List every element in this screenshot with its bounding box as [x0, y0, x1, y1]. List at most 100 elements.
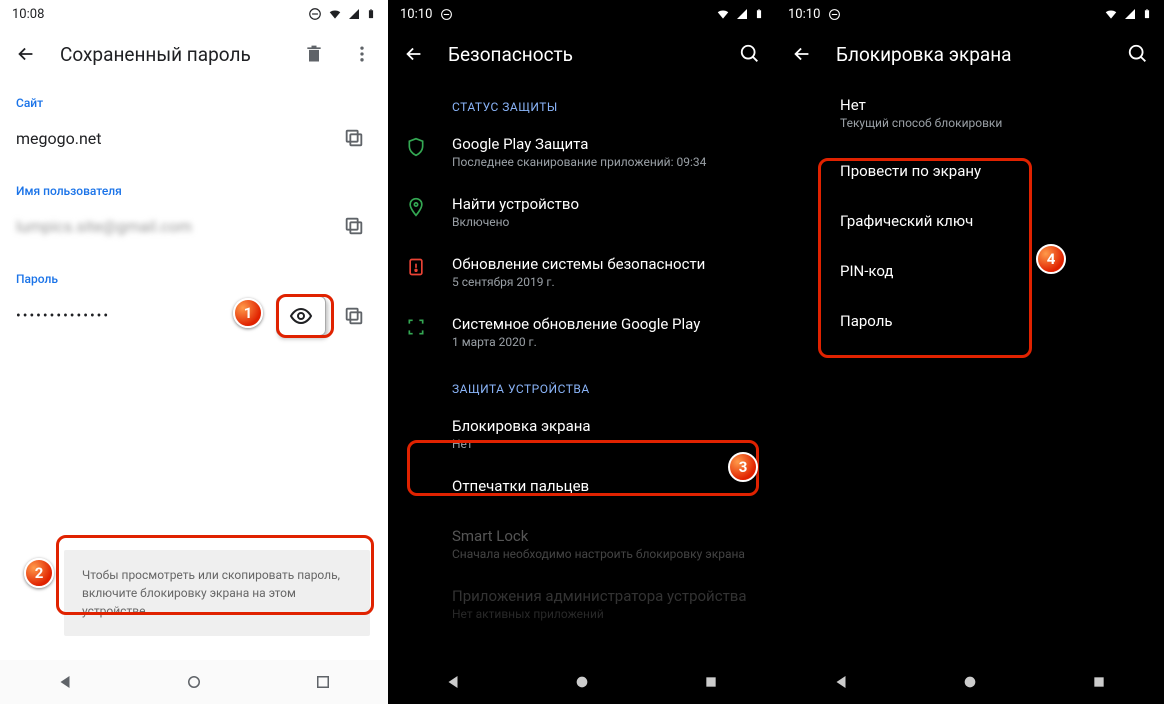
battery-icon: [366, 7, 376, 21]
status-bar: 10:10: [776, 0, 1164, 28]
nav-recent[interactable]: [687, 668, 735, 696]
more-button[interactable]: [348, 40, 376, 68]
username-row: lumpics.site@gmail.com: [0, 202, 388, 256]
badge-2: 2: [24, 558, 54, 588]
section-header-device: ЗАЩИТА УСТРОЙСТВА: [388, 362, 776, 404]
nav-home[interactable]: [946, 668, 994, 696]
lock-current[interactable]: Нет Текущий способ блокировки: [816, 80, 1164, 146]
item-security-update[interactable]: Обновление системы безопасности 5 сентябр…: [388, 242, 776, 302]
item-smart-lock: Smart Lock Сначала необходимо настроить б…: [388, 514, 776, 574]
item-fingerprints[interactable]: Отпечатки пальцев: [388, 464, 776, 514]
status-icons: [308, 7, 376, 21]
item-title: Блокировка экрана: [452, 417, 760, 435]
nav-bar: [776, 660, 1164, 704]
lock-option-swipe[interactable]: Провести по экрану: [776, 146, 1164, 196]
signal-icon: [736, 7, 748, 21]
search-button[interactable]: [736, 40, 764, 68]
toast-message: Чтобы просмотреть или скопировать пароль…: [64, 550, 370, 636]
status-time: 10:08: [12, 7, 44, 22]
page-title: Безопасность: [448, 43, 716, 66]
item-title: Системное обновление Google Play: [452, 315, 760, 333]
copy-username-button[interactable]: [336, 208, 372, 244]
status-time: 10:10: [400, 7, 432, 22]
section-header-status: СТАТУС ЗАЩИТЫ: [388, 80, 776, 122]
password-label: Пароль: [0, 256, 388, 290]
nav-bar: [388, 660, 776, 704]
wifi-icon: [328, 7, 342, 21]
phone-security: 10:10 Безопасность СТАТУС ЗАЩИТЫ Google …: [388, 0, 776, 704]
dnd-icon: [828, 8, 841, 21]
item-title: Отпечатки пальцев: [452, 477, 760, 495]
signal-icon: [1124, 7, 1136, 21]
battery-icon: [1142, 7, 1152, 21]
nav-home[interactable]: [170, 668, 218, 696]
item-sub: Нет: [452, 437, 760, 451]
item-sub: 1 марта 2020 г.: [452, 335, 760, 349]
item-title: Приложения администратора устройства: [452, 587, 760, 605]
status-bar: 10:10: [388, 0, 776, 28]
app-bar: Безопасность: [388, 28, 776, 80]
app-bar: Сохраненный пароль: [0, 28, 388, 80]
lock-option-pin[interactable]: PIN-код: [776, 246, 1164, 296]
lock-current-title: Нет: [840, 96, 1140, 114]
item-sub: Сначала необходимо настроить блокировку …: [452, 547, 760, 561]
battery-icon: [754, 7, 764, 21]
site-row: megogo.net: [0, 114, 388, 168]
shield-icon: [404, 135, 428, 159]
eye-icon: [289, 304, 313, 328]
site-label: Сайт: [0, 80, 388, 114]
item-sub: Нет активных приложений: [452, 607, 760, 621]
app-bar: Блокировка экрана: [776, 28, 1164, 80]
phone-screen-lock: 10:10 Блокировка экрана Нет Текущий спос…: [776, 0, 1164, 704]
item-play-system-update[interactable]: Системное обновление Google Play 1 марта …: [388, 302, 776, 362]
status-bar: 10:08: [0, 0, 388, 28]
dnd-icon: [308, 7, 322, 21]
status-icons: [1104, 7, 1152, 21]
content: Сайт megogo.net Имя пользователя lumpics…: [0, 80, 388, 348]
item-screen-lock[interactable]: Блокировка экрана Нет: [388, 404, 776, 464]
item-find-device[interactable]: Найти устройство Включено: [388, 182, 776, 242]
nav-back[interactable]: [41, 668, 89, 696]
reveal-password-button[interactable]: [276, 296, 326, 336]
item-sub: Последнее сканирование приложений: 09:34: [452, 155, 760, 169]
nav-bar: [0, 660, 388, 704]
search-button[interactable]: [1124, 40, 1152, 68]
item-title: Найти устройство: [452, 195, 760, 213]
copy-site-button[interactable]: [336, 120, 372, 156]
wifi-icon: [716, 7, 730, 21]
back-button[interactable]: [400, 40, 428, 68]
wifi-icon: [1104, 7, 1118, 21]
item-sub: Включено: [452, 215, 760, 229]
lock-option-password[interactable]: Пароль: [776, 296, 1164, 346]
alert-icon: [404, 255, 428, 279]
item-device-admin[interactable]: Приложения администратора устройства Нет …: [388, 574, 776, 634]
nav-back[interactable]: [817, 668, 865, 696]
copy-password-button[interactable]: [336, 298, 372, 334]
page-title: Сохраненный пароль: [60, 43, 280, 66]
signal-icon: [348, 7, 360, 21]
nav-recent[interactable]: [1075, 668, 1123, 696]
password-value: ••••••••••••••: [16, 308, 266, 324]
item-title: Google Play Защита: [452, 135, 760, 153]
nav-home[interactable]: [558, 668, 606, 696]
lock-option-pattern[interactable]: Графический ключ: [776, 196, 1164, 246]
nav-recent[interactable]: [299, 668, 347, 696]
location-icon: [404, 195, 428, 219]
delete-button[interactable]: [300, 40, 328, 68]
item-title: Обновление системы безопасности: [452, 255, 760, 273]
status-icons: [716, 7, 764, 21]
username-label: Имя пользователя: [0, 168, 388, 202]
dnd-icon: [440, 8, 453, 21]
username-value: lumpics.site@gmail.com: [16, 217, 326, 236]
status-time: 10:10: [788, 7, 820, 22]
back-button[interactable]: [12, 40, 40, 68]
nav-back[interactable]: [429, 668, 477, 696]
item-title: Smart Lock: [452, 527, 760, 545]
back-button[interactable]: [788, 40, 816, 68]
item-play-protect[interactable]: Google Play Защита Последнее сканирование…: [388, 122, 776, 182]
phone-saved-password: 10:08 Сохраненный пароль Сайт megogo.net…: [0, 0, 388, 704]
lock-current-sub: Текущий способ блокировки: [840, 116, 1140, 130]
item-sub: 5 сентября 2019 г.: [452, 275, 760, 289]
password-row: ••••••••••••••: [0, 290, 388, 348]
site-value[interactable]: megogo.net: [16, 129, 326, 148]
